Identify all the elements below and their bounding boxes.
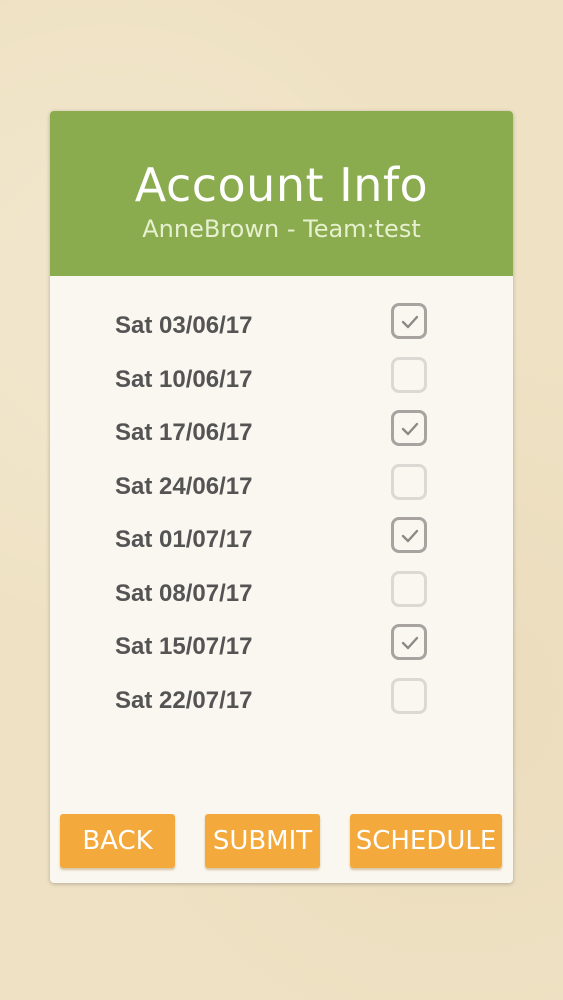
page-title: Account Info bbox=[134, 158, 429, 212]
date-checkbox[interactable] bbox=[391, 624, 427, 660]
date-label: Sat 08/07/17 bbox=[115, 579, 253, 607]
check-icon bbox=[401, 422, 419, 436]
date-checkbox[interactable] bbox=[391, 677, 427, 714]
date-label: Sat 15/07/17 bbox=[115, 633, 253, 660]
date-row: Sat 08/07/17 bbox=[50, 569, 513, 623]
card-header: Account Info AnneBrown - Team:test bbox=[50, 111, 513, 276]
check-icon bbox=[401, 529, 419, 543]
date-row: Sat 15/07/17 bbox=[50, 622, 513, 676]
back-button[interactable]: BACK bbox=[60, 814, 175, 868]
date-row: Sat 22/07/17 bbox=[50, 676, 513, 730]
date-checkbox[interactable] bbox=[391, 356, 427, 393]
date-row: Sat 17/06/17 bbox=[50, 408, 513, 462]
schedule-button[interactable]: SCHEDULE bbox=[350, 814, 502, 868]
date-list: Sat 03/06/17 Sat 10/06/17 Sat 17/06/17 S… bbox=[50, 301, 513, 729]
account-info-card: Account Info AnneBrown - Team:test Sat 0… bbox=[50, 111, 513, 883]
submit-button[interactable]: SUBMIT bbox=[205, 814, 320, 868]
date-row: Sat 24/06/17 bbox=[50, 462, 513, 516]
account-subtitle: AnneBrown - Team:test bbox=[142, 215, 421, 243]
date-label: Sat 10/06/17 bbox=[115, 365, 253, 393]
date-checkbox[interactable] bbox=[391, 303, 427, 339]
date-label: Sat 24/06/17 bbox=[115, 472, 253, 500]
date-label: Sat 22/07/17 bbox=[115, 686, 253, 714]
date-checkbox[interactable] bbox=[391, 463, 427, 500]
check-icon bbox=[401, 636, 419, 650]
date-checkbox[interactable] bbox=[391, 570, 427, 607]
date-label: Sat 01/07/17 bbox=[115, 526, 253, 553]
date-label: Sat 03/06/17 bbox=[115, 312, 253, 339]
check-icon bbox=[401, 315, 419, 329]
date-label: Sat 17/06/17 bbox=[115, 419, 253, 446]
action-buttons: BACK SUBMIT SCHEDULE bbox=[50, 814, 513, 868]
date-checkbox[interactable] bbox=[391, 517, 427, 553]
date-row: Sat 03/06/17 bbox=[50, 301, 513, 355]
date-checkbox[interactable] bbox=[391, 410, 427, 446]
date-row: Sat 01/07/17 bbox=[50, 515, 513, 569]
date-row: Sat 10/06/17 bbox=[50, 355, 513, 409]
